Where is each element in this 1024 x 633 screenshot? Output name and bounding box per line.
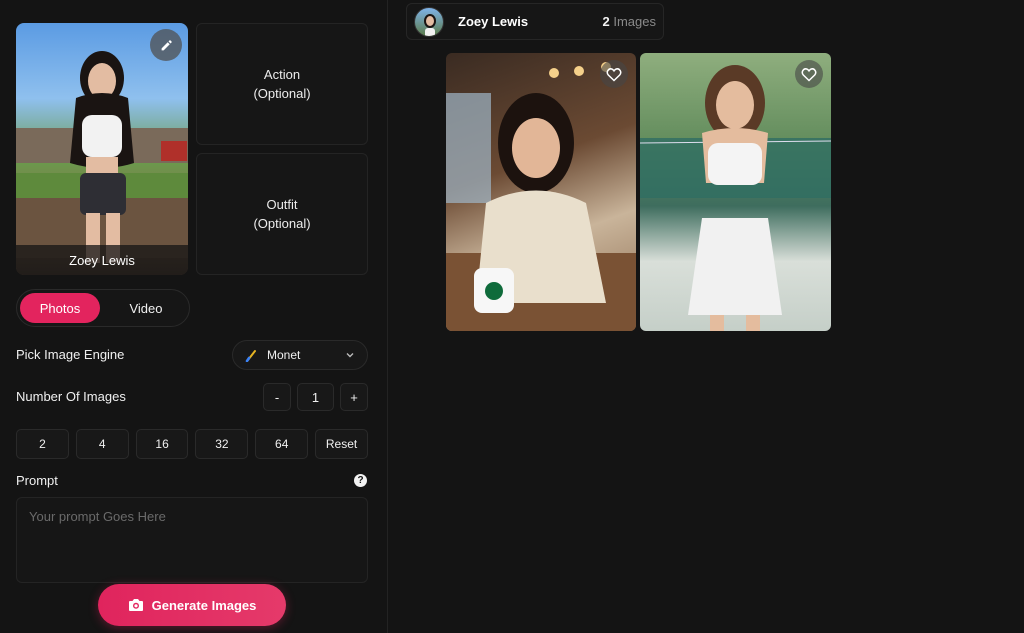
prompt-input[interactable] [16,497,368,583]
action-slot-title: Action [263,67,301,82]
generated-image-1-art [446,62,636,331]
preset-16-button[interactable]: 16 [135,429,189,459]
prompt-label: Prompt [16,473,58,488]
character-header[interactable]: Zoey Lewis 2 Images [406,3,664,40]
image-engine-label: Pick Image Engine [16,347,125,362]
outfit-slot-subtitle: (Optional) [253,216,311,231]
generated-image-2[interactable] [640,53,831,331]
video-tab[interactable]: Video [106,293,186,323]
pencil-icon [161,39,172,50]
camera-icon [128,599,143,611]
image-engine-select[interactable]: Monet [232,340,368,370]
photos-tab[interactable]: Photos [20,293,100,323]
character-card[interactable]: Zoey Lewis [16,23,188,275]
reset-button[interactable]: Reset [315,429,368,459]
action-slot[interactable]: Action (Optional) [196,23,368,145]
preset-2-button[interactable]: 2 [16,429,69,459]
app: Zoey Lewis Action (Optional) Outfit (Opt… [0,0,1024,633]
character-name: Zoey Lewis [16,245,188,275]
heart-icon [801,67,817,82]
favorite-button-1[interactable] [600,60,628,88]
generate-images-label: Generate Images [151,597,257,613]
decrement-button[interactable]: - [263,383,291,411]
generated-image-2-art [640,65,831,331]
outfit-slot-title: Outfit [266,197,298,212]
paintbrush-icon [245,350,256,362]
image-count-number: 2 [602,14,610,29]
action-slot-subtitle: (Optional) [253,86,311,101]
help-icon[interactable]: ? [354,474,367,487]
character-photo [16,51,188,263]
image-count: 2 Images [603,14,656,29]
edit-character-button[interactable] [150,29,182,61]
image-engine-value: Monet [267,348,301,362]
header-character-name: Zoey Lewis [458,14,529,29]
preset-64-button[interactable]: 64 [255,429,309,459]
image-count-presets: 2 4 16 32 64 Reset [16,429,368,459]
outfit-slot[interactable]: Outfit (Optional) [196,153,368,275]
generate-images-button[interactable]: Generate Images [98,584,286,626]
mode-toggle: Photos Video [16,289,190,327]
image-count-suffix: Images [609,14,656,29]
avatar [414,6,444,37]
favorite-button-2[interactable] [795,60,823,88]
generated-image-1[interactable] [446,53,636,331]
increment-button[interactable]: + [340,383,368,411]
number-of-images-label: Number Of Images [16,389,126,404]
number-of-images-value[interactable]: 1 [297,383,334,411]
preset-4-button[interactable]: 4 [75,429,129,459]
chevron-down-icon [346,353,354,358]
generation-panel: Zoey Lewis Action (Optional) Outfit (Opt… [0,0,388,633]
preset-32-button[interactable]: 32 [195,429,249,459]
heart-icon [606,67,622,82]
